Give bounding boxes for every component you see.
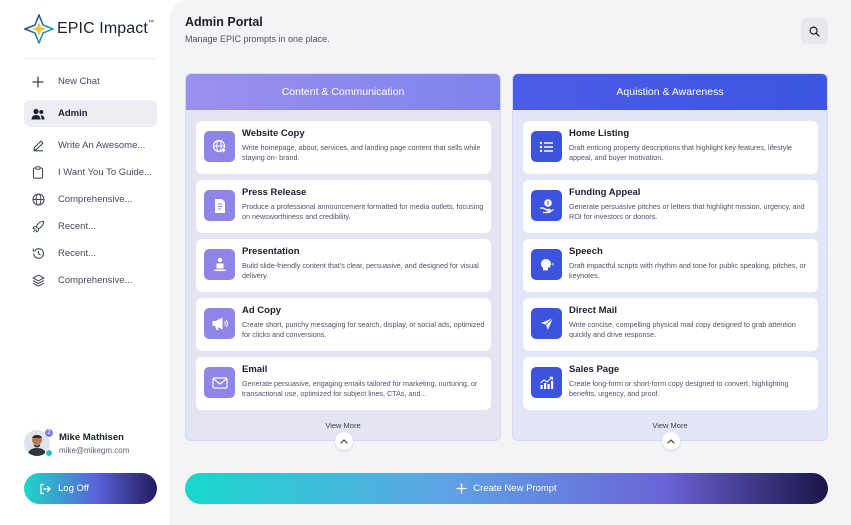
card-title: Direct Mail <box>569 305 618 316</box>
view-more-link[interactable]: View More <box>186 421 500 430</box>
epic-logo-icon <box>24 14 54 44</box>
prompt-card-ad-copy[interactable]: Ad Copy Create short, punchy messaging f… <box>196 298 491 351</box>
sidebar-item-label: I Want You To Guide... <box>58 167 153 178</box>
card-title: Website Copy <box>242 128 305 139</box>
online-status-dot <box>45 449 53 457</box>
rocket-icon <box>31 220 45 234</box>
panel-content-communication: Content & Communication Website Copy Wri… <box>185 73 501 450</box>
sidebar: EPIC Impact™ New Chat Admin Write An Awe… <box>0 0 170 525</box>
expand-button[interactable] <box>662 432 680 450</box>
notification-badge: 2 <box>44 428 54 438</box>
card-title: Press Release <box>242 187 307 198</box>
card-title: Ad Copy <box>242 305 282 316</box>
card-description: Create long-form or short-form copy desi… <box>569 379 789 398</box>
sidebar-item-label: Recent... <box>58 221 97 232</box>
card-description: Write concise, compelling physical mail … <box>569 320 796 339</box>
card-title: Email <box>242 364 268 375</box>
page-title: Admin Portal <box>185 15 263 29</box>
card-description: Produce a professional announcement form… <box>242 202 484 221</box>
sidebar-item-label: Comprehensive... <box>58 194 133 205</box>
sidebar-item-history[interactable]: Write An Awesome... <box>24 132 157 159</box>
user-email: mike@mikegm.com <box>59 445 130 455</box>
card-title: Presentation <box>242 246 300 257</box>
sidebar-nav: New Chat Admin Write An Awesome... I Wan… <box>24 68 157 294</box>
plus-icon <box>456 483 467 494</box>
card-title: Sales Page <box>569 364 620 375</box>
megaphone-icon <box>204 308 235 339</box>
envelope-icon <box>204 367 235 398</box>
history-icon <box>31 247 45 261</box>
layers-icon <box>31 274 45 288</box>
prompt-card-press-release[interactable]: Press Release Produce a professional ann… <box>196 180 491 233</box>
panel-acquisition-awareness: Aquistion & Awareness Home Listing Draft… <box>512 73 828 450</box>
user-profile[interactable]: 2 Mike Mathisen mike@mikegm.com <box>24 428 130 457</box>
card-title: Funding Appeal <box>569 187 641 198</box>
sidebar-item-history[interactable]: Recent... <box>24 240 157 267</box>
speaking-head-icon <box>531 249 562 280</box>
chevron-up-icon <box>340 439 348 444</box>
card-title: Home Listing <box>569 128 630 139</box>
logout-button[interactable]: Log Off <box>24 473 157 504</box>
pen-icon <box>31 139 45 153</box>
brand-name: EPIC Impact™ <box>57 20 155 37</box>
card-description: Create short, punchy messaging for searc… <box>242 320 485 339</box>
prompt-card-home-listing[interactable]: Home Listing Draft enticing property des… <box>523 121 818 174</box>
sidebar-item-label: Admin <box>58 108 88 119</box>
page-subtitle: Manage EPIC prompts in one place. <box>185 34 330 44</box>
user-name: Mike Mathisen <box>59 431 124 443</box>
avatar: 2 <box>24 428 54 457</box>
prompt-card-sales-page[interactable]: Sales Page Create long-form or short-for… <box>523 357 818 410</box>
plus-icon <box>31 75 45 89</box>
hand-coin-icon <box>531 190 562 221</box>
panel-title: Aquistion & Awareness <box>513 74 827 110</box>
card-description: Write homepage, about, services, and lan… <box>242 143 481 162</box>
document-icon <box>204 190 235 221</box>
prompt-card-website-copy[interactable]: Website Copy Write homepage, about, serv… <box>196 121 491 174</box>
logout-icon <box>40 483 51 494</box>
clipboard-icon <box>31 166 45 180</box>
card-description: Draft enticing property descriptions tha… <box>569 143 792 162</box>
search-button[interactable] <box>801 18 828 44</box>
sidebar-item-label: New Chat <box>58 76 100 87</box>
sidebar-item-new-chat[interactable]: New Chat <box>24 68 157 95</box>
prompt-card-presentation[interactable]: Presentation Build slide-friendly conten… <box>196 239 491 292</box>
sidebar-item-label: Comprehensive... <box>58 275 133 286</box>
brand-divider <box>24 58 156 59</box>
sidebar-item-history[interactable]: Recent... <box>24 213 157 240</box>
sidebar-item-label: Write An Awesome... <box>58 140 146 151</box>
sidebar-item-admin[interactable]: Admin <box>24 100 157 127</box>
prompt-card-funding-appeal[interactable]: Funding Appeal Generate persuasive pitch… <box>523 180 818 233</box>
panel-title: Content & Communication <box>186 74 500 110</box>
globe-icon <box>31 193 45 207</box>
card-description: Build slide-friendly content that's clea… <box>242 261 479 280</box>
users-icon <box>31 107 45 121</box>
brand[interactable]: EPIC Impact™ <box>24 14 154 44</box>
sidebar-item-history[interactable]: Comprehensive... <box>24 267 157 294</box>
create-new-prompt-button[interactable]: Create New Prompt <box>185 473 828 504</box>
card-title: Speech <box>569 246 603 257</box>
card-description: Generate persuasive, engaging emails tai… <box>242 379 478 398</box>
send-icon <box>531 308 562 339</box>
create-new-prompt-label: Create New Prompt <box>473 483 557 494</box>
sidebar-item-history[interactable]: Comprehensive... <box>24 186 157 213</box>
main-content: Admin Portal Manage EPIC prompts in one … <box>170 0 851 525</box>
expand-button[interactable] <box>335 432 353 450</box>
prompt-card-speech[interactable]: Speech Draft impactful scripts with rhyt… <box>523 239 818 292</box>
logout-label: Log Off <box>58 483 89 494</box>
chevron-up-icon <box>667 439 675 444</box>
search-icon <box>809 25 820 37</box>
card-description: Generate persuasive pitches or letters t… <box>569 202 805 221</box>
prompt-card-email[interactable]: Email Generate persuasive, engaging emai… <box>196 357 491 410</box>
chart-growth-icon <box>531 367 562 398</box>
card-description: Draft impactful scripts with rhythm and … <box>569 261 806 280</box>
view-more-link[interactable]: View More <box>513 421 827 430</box>
globe-cursor-icon <box>204 131 235 162</box>
sidebar-item-history[interactable]: I Want You To Guide... <box>24 159 157 186</box>
sidebar-item-label: Recent... <box>58 248 97 259</box>
presenter-icon <box>204 249 235 280</box>
list-icon <box>531 131 562 162</box>
prompt-card-direct-mail[interactable]: Direct Mail Write concise, compelling ph… <box>523 298 818 351</box>
